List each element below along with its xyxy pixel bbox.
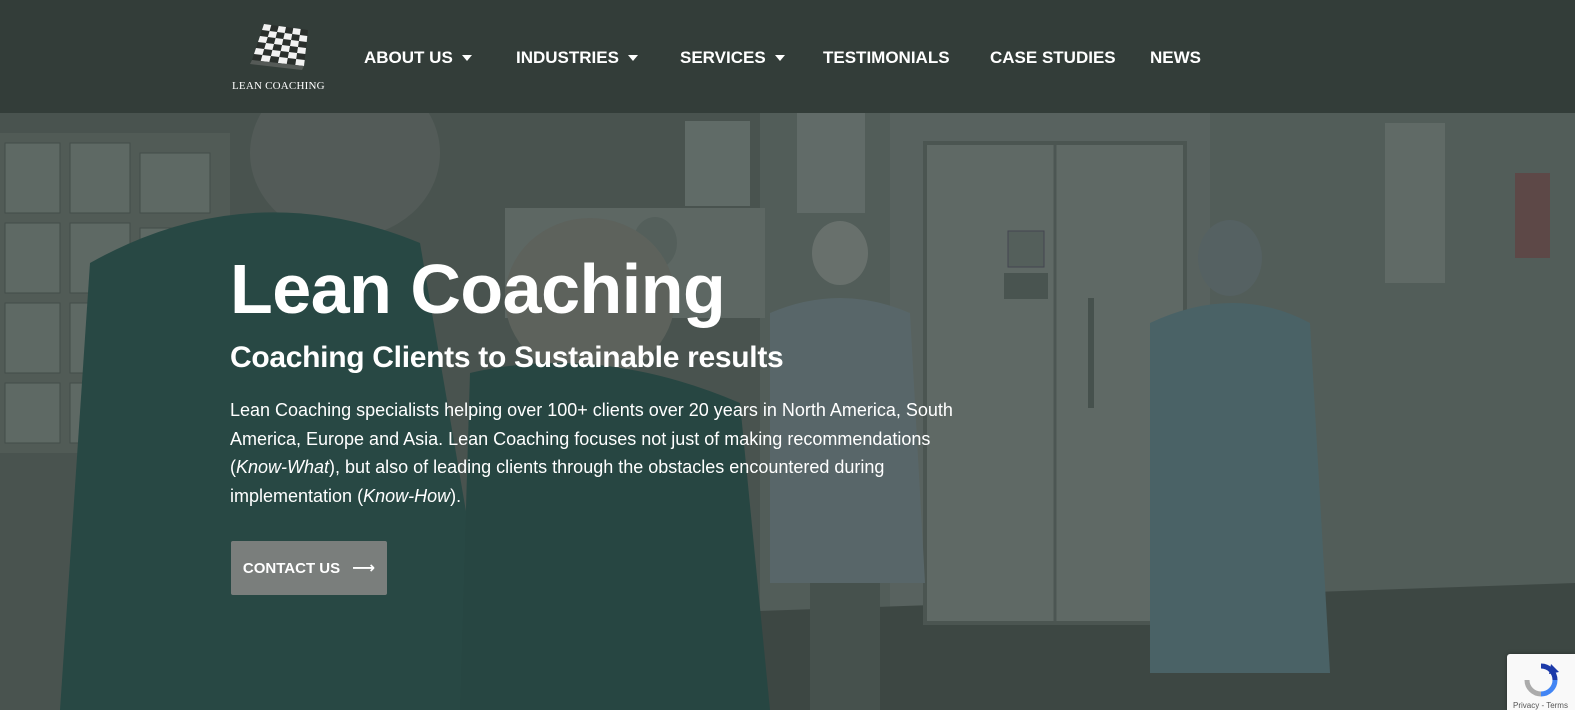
hero-title: Lean Coaching	[230, 250, 726, 328]
caret-down-icon	[461, 55, 472, 61]
hero-description: Lean Coaching specialists helping over 1…	[230, 396, 960, 510]
nav-news[interactable]: NEWS	[1150, 44, 1201, 72]
recaptcha-badge[interactable]: Privacy - Terms	[1507, 654, 1575, 710]
nav-label: NEWS	[1150, 48, 1201, 67]
nav-services[interactable]: SERVICES	[680, 44, 785, 72]
recaptcha-icon	[1524, 663, 1559, 697]
nav-label: ABOUT US	[364, 48, 453, 67]
nav-industries[interactable]: INDUSTRIES	[516, 44, 638, 72]
nav-about-us[interactable]: ABOUT US	[364, 44, 472, 72]
chessboard-icon	[250, 24, 308, 70]
nav-label: TESTIMONIALS	[823, 48, 950, 67]
nav-label: INDUSTRIES	[516, 48, 619, 67]
contact-us-button[interactable]: CONTACT US ⟶	[231, 541, 387, 595]
know-how-emphasis: Know-How	[363, 485, 451, 506]
arrow-right-icon: ⟶	[352, 560, 376, 577]
caret-down-icon	[627, 55, 638, 61]
caret-down-icon	[774, 55, 785, 61]
hero-subtitle: Coaching Clients to Sustainable results	[230, 341, 784, 374]
contact-us-label: CONTACT US	[242, 559, 341, 577]
hero-section: Lean Coaching Coaching Clients to Sustai…	[0, 113, 1575, 710]
site-logo[interactable]: LEAN COACHING	[232, 20, 325, 95]
hero-description-part: ).	[450, 485, 462, 506]
recaptcha-links[interactable]: Privacy - Terms	[1513, 701, 1568, 710]
logo-text: LEAN COACHING	[232, 80, 325, 92]
know-what-emphasis: Know-What	[236, 457, 330, 477]
nav-label: SERVICES	[680, 48, 766, 67]
site-header: LEAN COACHING ABOUT US INDUSTRIES SERVIC…	[0, 0, 1575, 113]
nav-case-studies[interactable]: CASE STUDIES	[990, 44, 1116, 72]
nav-testimonials[interactable]: TESTIMONIALS	[823, 44, 950, 72]
hero-description-part: ), but also of leading clients through t…	[230, 457, 885, 506]
nav-label: CASE STUDIES	[990, 48, 1116, 67]
